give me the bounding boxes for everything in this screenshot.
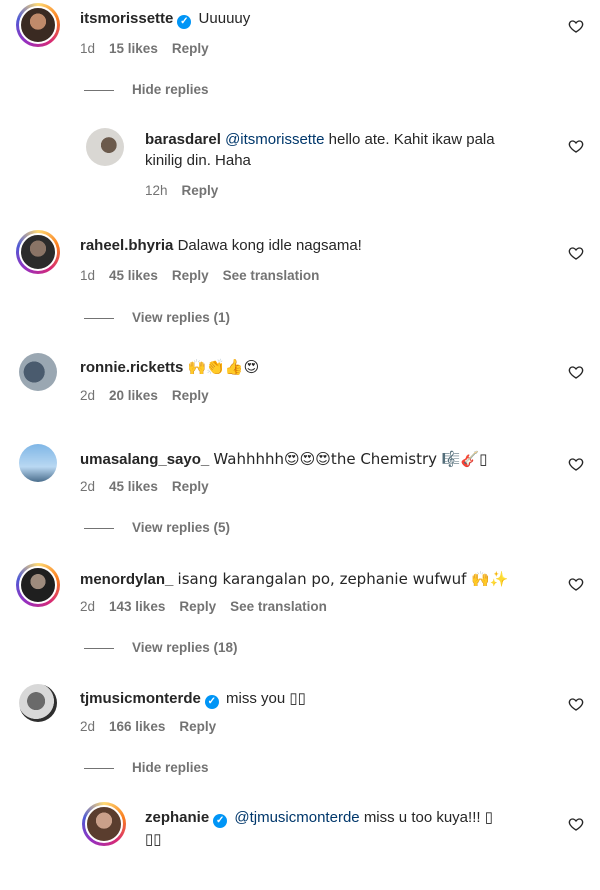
timestamp: 1d [80, 41, 96, 56]
avatar[interactable] [19, 444, 57, 482]
username[interactable]: umasalang_sayo_ [80, 451, 209, 468]
reply-button[interactable]: Reply [179, 599, 216, 614]
comment-meta: 12h Reply [145, 183, 232, 198]
verified-badge-icon: ✓ [204, 695, 219, 709]
timestamp: 2d [80, 479, 96, 494]
likes-count[interactable]: 15 likes [109, 41, 158, 56]
likes-count[interactable]: 143 likes [109, 599, 165, 614]
reply-button[interactable]: Reply [179, 719, 216, 734]
comment-meta: 2d 143 likes Reply See translation [80, 599, 341, 614]
verified-badge-icon: ✓ [213, 814, 228, 828]
hide-replies-toggle[interactable]: Hide replies [84, 82, 209, 97]
comment-text-continued: ▯▯ [145, 831, 162, 848]
heart-outline-icon[interactable] [568, 245, 584, 261]
hide-replies-toggle[interactable]: Hide replies [84, 760, 209, 775]
timestamp: 2d [80, 719, 96, 734]
avatar[interactable] [19, 353, 57, 391]
comment-text: isang karangalan po, zephanie wufwuf 🙌✨ [177, 570, 509, 588]
timestamp: 2d [80, 599, 96, 614]
view-replies-toggle[interactable]: View replies (18) [84, 640, 238, 655]
reply-button[interactable]: Reply [172, 41, 209, 56]
likes-count[interactable]: 45 likes [109, 479, 158, 494]
reply-button[interactable]: Reply [172, 388, 209, 403]
heart-outline-icon[interactable] [568, 364, 584, 380]
avatar[interactable] [16, 563, 60, 607]
comment-meta: 2d 166 likes Reply [80, 719, 230, 734]
reply-button[interactable]: Reply [172, 268, 209, 283]
heart-outline-icon[interactable] [568, 18, 584, 34]
comment-line: barasdarel @itsmorissette hello ate. Kah… [145, 129, 495, 151]
username[interactable]: raheel.bhyria [80, 237, 173, 254]
heart-outline-icon[interactable] [568, 696, 584, 712]
avatar[interactable] [19, 684, 57, 722]
heart-outline-icon[interactable] [568, 816, 584, 832]
timestamp: 1d [80, 268, 96, 283]
divider [84, 767, 114, 769]
comment-line: itsmorissette ✓ Uuuuuy [80, 8, 250, 30]
divider [84, 89, 114, 91]
mention-link[interactable]: @tjmusicmonterde [234, 809, 359, 826]
likes-count[interactable]: 45 likes [109, 268, 158, 283]
view-replies-toggle[interactable]: View replies (5) [84, 520, 230, 535]
comment-meta: 2d 20 likes Reply [80, 388, 223, 403]
heart-outline-icon[interactable] [568, 456, 584, 472]
comment-text-continued: kinilig din. Haha [145, 152, 251, 169]
comment-meta: 2d 45 likes Reply [80, 479, 223, 494]
comment-meta: 1d 15 likes Reply [80, 41, 223, 56]
likes-count[interactable]: 166 likes [109, 719, 165, 734]
timestamp: 12h [145, 183, 168, 198]
username[interactable]: menordylan_ [80, 571, 173, 588]
comment-text: hello ate. Kahit ikaw pala [328, 131, 495, 148]
mention-link[interactable]: @itsmorissette [225, 131, 324, 148]
reply-button[interactable]: Reply [172, 479, 209, 494]
comment-line: tjmusicmonterde ✓ miss you ▯▯ [80, 688, 306, 710]
username[interactable]: ronnie.ricketts [80, 359, 183, 376]
see-translation-button[interactable]: See translation [230, 599, 327, 614]
heart-outline-icon[interactable] [568, 138, 584, 154]
comment-line: menordylan_ isang karangalan po, zephani… [80, 568, 509, 591]
comment-line: raheel.bhyria Dalawa kong idle nagsama! [80, 235, 362, 257]
username[interactable]: itsmorissette [80, 10, 173, 27]
see-translation-button[interactable]: See translation [223, 268, 320, 283]
verified-badge-icon: ✓ [177, 15, 192, 29]
divider [84, 317, 114, 319]
divider [84, 527, 114, 529]
likes-count[interactable]: 20 likes [109, 388, 158, 403]
username[interactable]: barasdarel [145, 131, 221, 148]
comment-line: zephanie ✓ @tjmusicmonterde miss u too ku… [145, 807, 493, 829]
comment-text: Dalawa kong idle nagsama! [177, 237, 362, 254]
avatar[interactable] [82, 802, 126, 846]
heart-outline-icon[interactable] [568, 576, 584, 592]
comment-meta: 1d 45 likes Reply See translation [80, 268, 333, 283]
view-replies-toggle[interactable]: View replies (1) [84, 310, 230, 325]
comment-line: ronnie.ricketts 🙌👏👍😍 [80, 356, 259, 379]
username[interactable]: tjmusicmonterde [80, 690, 201, 707]
comment-text: 🙌👏👍😍 [187, 358, 260, 376]
comment-text: Uuuuuy [198, 10, 251, 27]
divider [84, 647, 114, 649]
username[interactable]: zephanie [145, 809, 209, 826]
timestamp: 2d [80, 388, 96, 403]
avatar[interactable] [16, 230, 60, 274]
avatar[interactable] [86, 128, 124, 166]
comment-text: miss you ▯▯ [226, 690, 306, 707]
avatar[interactable] [16, 3, 60, 47]
comment-line: umasalang_sayo_ Wahhhhh😍😍😍the Chemistry … [80, 448, 487, 471]
comment-text: miss u too kuya!!! ▯ [363, 809, 493, 826]
reply-button[interactable]: Reply [182, 183, 219, 198]
comment-text: Wahhhhh😍😍😍the Chemistry 🎼🎸▯ [213, 450, 488, 468]
